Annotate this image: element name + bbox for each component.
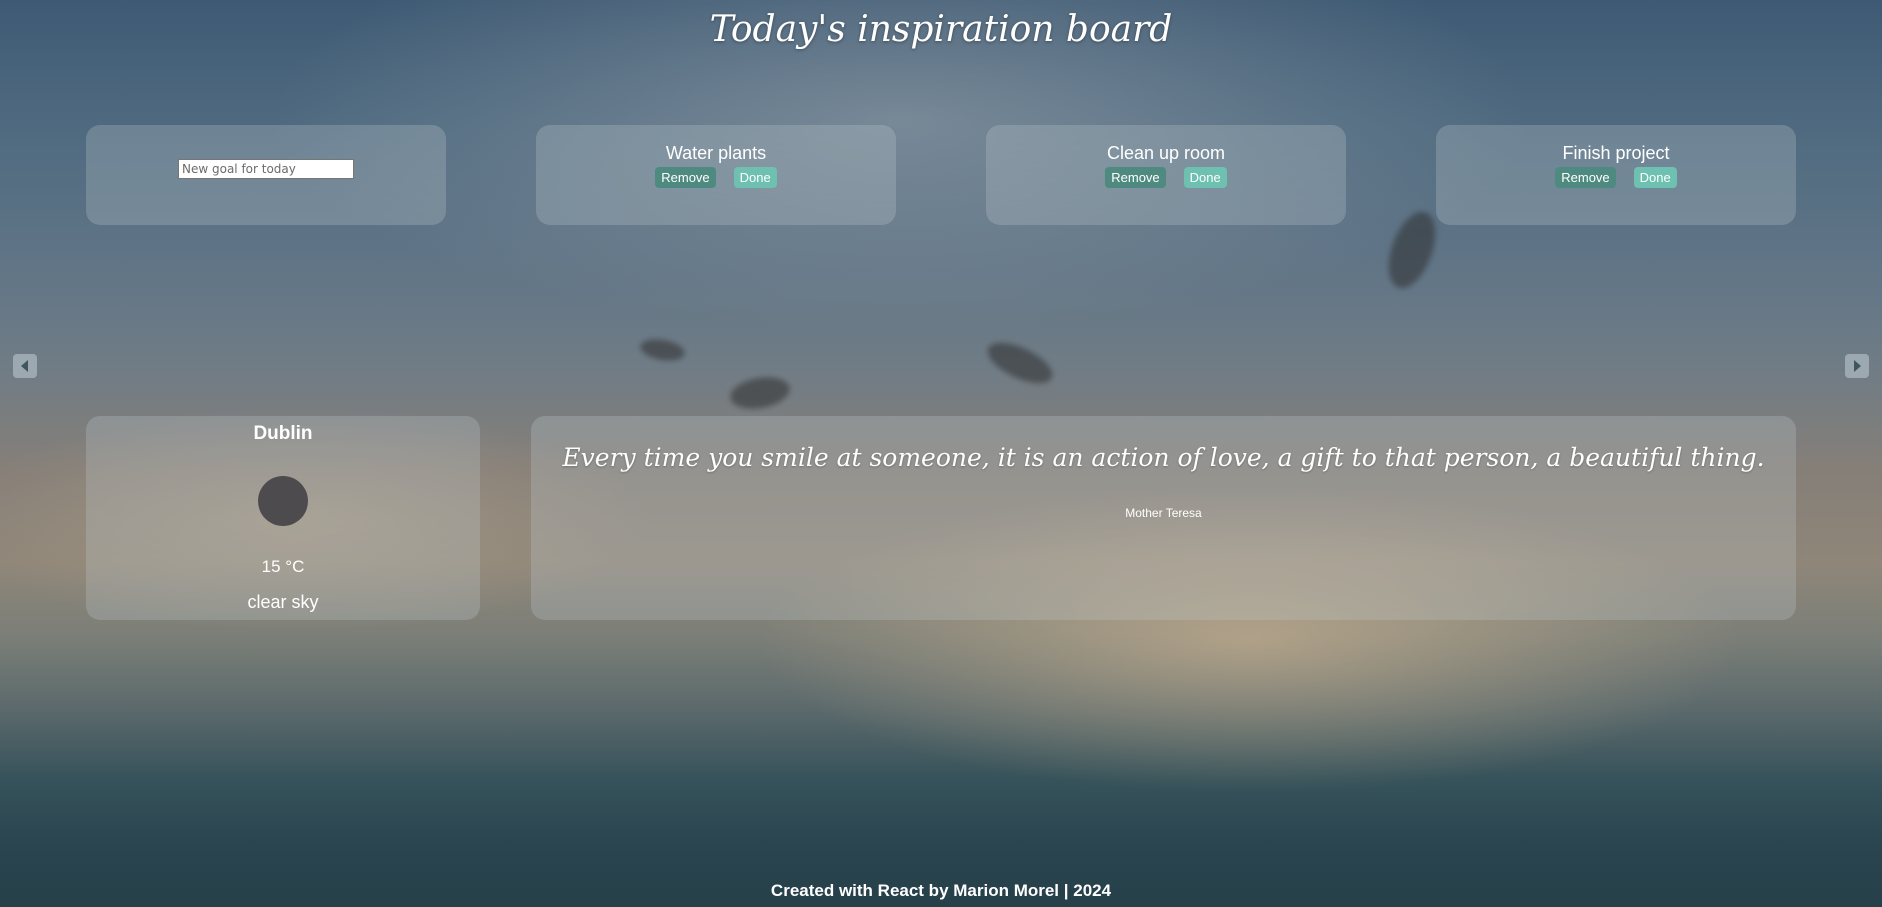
previous-button[interactable] <box>13 354 37 378</box>
done-button[interactable]: Done <box>733 167 777 188</box>
weather-description: clear sky <box>247 592 319 612</box>
background-bird <box>1379 205 1445 295</box>
done-button[interactable]: Done <box>1633 167 1677 188</box>
remove-button[interactable]: Remove <box>655 167 716 188</box>
background-bird <box>638 336 687 364</box>
goal-title: Finish project <box>1562 143 1670 163</box>
goal-actions: Remove Done <box>986 167 1346 188</box>
next-button[interactable] <box>1845 354 1869 378</box>
goal-card: Finish project Remove Done <box>1436 125 1796 225</box>
goal-title: Clean up room <box>1106 143 1226 163</box>
goal-actions: Remove Done <box>1436 167 1796 188</box>
goal-actions: Remove Done <box>536 167 896 188</box>
goal-card: Water plants Remove Done <box>536 125 896 225</box>
caret-right-icon <box>1854 360 1861 372</box>
new-goal-card <box>86 125 446 225</box>
footer-credit: Created with React by Marion Morel | 202… <box>770 881 1112 900</box>
remove-button[interactable]: Remove <box>1555 167 1616 188</box>
background-bird <box>727 373 793 413</box>
done-button[interactable]: Done <box>1183 167 1227 188</box>
caret-left-icon <box>21 360 28 372</box>
weather-icon <box>258 476 308 526</box>
quote-text: Every time you smile at someone, it is a… <box>562 443 1765 472</box>
remove-button[interactable]: Remove <box>1105 167 1166 188</box>
quote-author: Mother Teresa <box>1125 506 1202 520</box>
weather-temperature: 15 °C <box>261 557 305 576</box>
new-goal-input[interactable] <box>178 159 354 179</box>
goal-card: Clean up room Remove Done <box>986 125 1346 225</box>
weather-card: Dublin 15 °C clear sky <box>86 416 480 620</box>
page-title: Today's inspiration board <box>709 9 1173 50</box>
quote-card: Every time you smile at someone, it is a… <box>531 416 1796 620</box>
background-bird <box>981 334 1059 392</box>
goal-title: Water plants <box>665 143 767 163</box>
weather-city: Dublin <box>253 423 313 444</box>
